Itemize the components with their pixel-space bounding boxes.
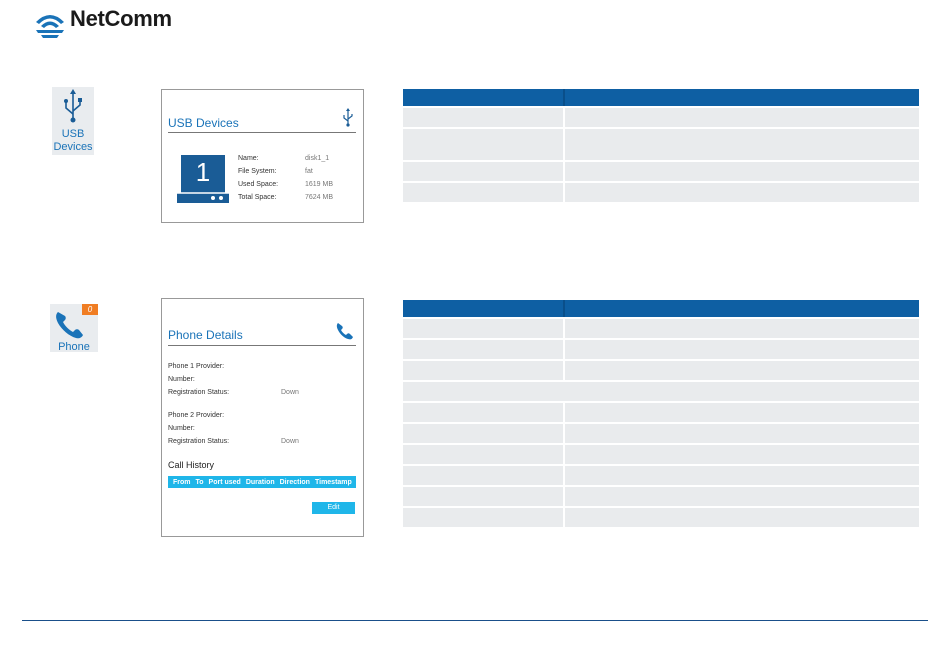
- phone1-number-label: Number:: [168, 376, 195, 383]
- call-history-header: From To Port used Duration Direction Tim…: [168, 476, 356, 488]
- call-column-header: Timestamp: [314, 478, 352, 486]
- table-row: [403, 183, 919, 202]
- call-column-header: To: [195, 478, 204, 486]
- call-column-header: From: [173, 478, 191, 486]
- phone-description-table: [403, 300, 919, 529]
- phone2-number-label: Number:: [168, 425, 195, 432]
- table-row: [403, 361, 919, 380]
- call-column-header: Port used: [208, 478, 241, 486]
- notification-badge: 0: [82, 304, 98, 315]
- table-header-row: [403, 300, 919, 317]
- usb-field-value: 7624 MB: [305, 194, 334, 201]
- usb-devices-card: USB Devices 1 Name: disk1_1 File System:…: [161, 89, 364, 223]
- usb-field-value: fat: [305, 168, 313, 175]
- usb-field-value: 1619 MB: [305, 181, 334, 188]
- phone2-status-label: Registration Status:: [168, 438, 230, 445]
- usb-icon: [343, 108, 353, 127]
- table-row: [403, 108, 919, 127]
- call-column-header: Duration: [245, 478, 275, 486]
- usb-field-label: Total Space:: [238, 194, 277, 201]
- table-header-row: [403, 89, 919, 106]
- card-divider: [168, 345, 356, 346]
- usb-field-value: disk1_1: [305, 155, 330, 162]
- call-column-header: Direction: [279, 478, 310, 486]
- usb-card-title: USB Devices: [168, 116, 239, 130]
- usb-description-table: [403, 89, 919, 204]
- call-history-title: Call History: [168, 460, 215, 470]
- edit-button[interactable]: Edit: [312, 502, 355, 514]
- table-row: [403, 487, 919, 506]
- phone2-provider-label: Phone 2 Provider:: [168, 412, 225, 419]
- phone-tile-label: Phone: [58, 341, 90, 353]
- phone-card-title: Phone Details: [168, 328, 243, 342]
- table-row: [403, 129, 919, 160]
- table-row: [403, 424, 919, 443]
- phone-details-card: Phone Details Phone 1 Provider: Number: …: [161, 298, 364, 537]
- phone-tile[interactable]: 0 Phone: [50, 304, 98, 353]
- disk-number: 1: [195, 157, 211, 187]
- brand-name: NetComm: [70, 6, 172, 31]
- phone-icon: [336, 323, 353, 340]
- phone1-status-label: Registration Status:: [168, 389, 230, 396]
- table-row: [403, 403, 919, 422]
- table-row-merged: [403, 382, 919, 401]
- table-row: [403, 508, 919, 527]
- usb-field-label: File System:: [238, 168, 277, 175]
- phone1-provider-label: Phone 1 Provider:: [168, 363, 225, 370]
- table-row: [403, 445, 919, 464]
- table-row: [403, 162, 919, 181]
- usb-devices-tile[interactable]: USB Devices: [52, 87, 94, 155]
- phone1-status-value: Down: [281, 389, 299, 396]
- disk-icon: 1: [177, 153, 229, 203]
- card-divider: [168, 132, 356, 133]
- usb-field-label: Used Space:: [238, 181, 279, 188]
- table-row: [403, 340, 919, 359]
- usb-field-label: Name:: [238, 155, 259, 162]
- phone2-status-value: Down: [281, 438, 299, 445]
- table-row: [403, 319, 919, 338]
- table-row: [403, 466, 919, 485]
- usb-icon: [64, 89, 82, 123]
- footer-divider: [22, 620, 928, 621]
- usb-tile-label: USB Devices: [53, 128, 93, 153]
